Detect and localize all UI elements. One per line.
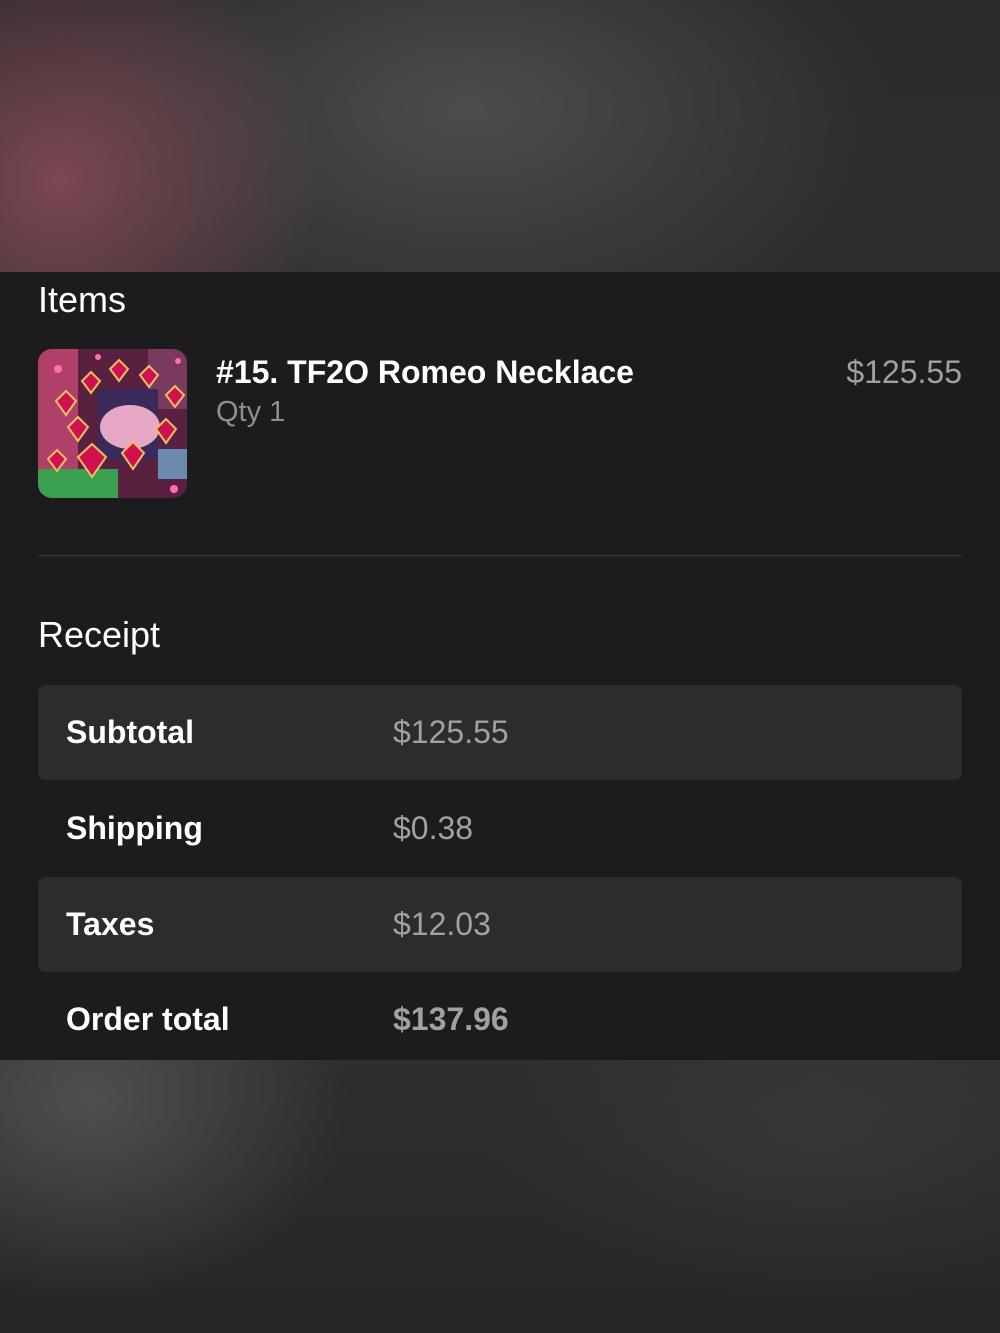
subtotal-label: Subtotal [66,714,194,750]
order-total-label: Order total [66,1001,230,1037]
item-row[interactable]: #15. TF2O Romeo Necklace Qty 1 $125.55 [38,349,962,499]
order-sheet: Items #15. TF2O Romeo Necklace Qty 1 $12… [0,272,1000,1060]
item-price: $125.55 [846,354,962,390]
items-heading: Items [38,279,127,320]
receipt-heading: Receipt [38,614,161,655]
necklace-image [38,349,187,498]
blurred-background-bottom [0,1060,1000,1333]
shipping-value: $0.38 [393,810,474,846]
product-thumbnail[interactable] [38,349,187,498]
receipt-row-taxes: Taxes $12.03 [38,877,962,972]
item-name: #15. TF2O Romeo Necklace [216,354,634,390]
item-quantity: Qty 1 [216,396,286,428]
taxes-label: Taxes [66,906,155,942]
receipt-row-subtotal: Subtotal $125.55 [38,685,962,780]
order-details-screen: Items #15. TF2O Romeo Necklace Qty 1 $12… [0,0,1000,1333]
taxes-value: $12.03 [393,906,491,942]
blurred-background-top [0,0,1000,272]
order-total-value: $137.96 [393,1001,509,1037]
receipt-row-shipping: Shipping $0.38 [38,781,962,876]
section-divider [38,555,962,556]
subtotal-value: $125.55 [393,714,509,750]
shipping-label: Shipping [66,810,203,846]
receipt-row-order-total: Order total $137.96 [38,972,962,1067]
